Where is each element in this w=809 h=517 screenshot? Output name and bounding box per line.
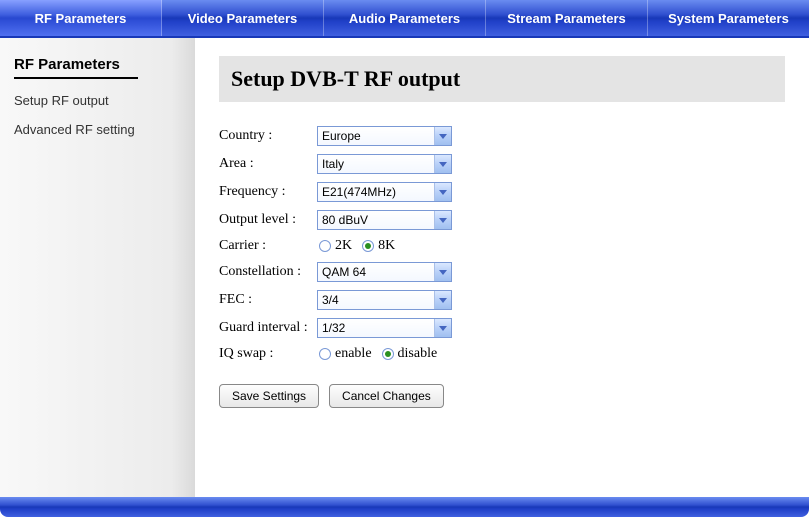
select-fec-value: 3/4 [322, 293, 339, 307]
sidebar-link-setup-rf-output[interactable]: Setup RF output [14, 93, 181, 108]
page-title: Setup DVB-T RF output [231, 66, 773, 92]
row-carrier: Carrier : 2K 8K [219, 238, 785, 254]
radio-group-carrier: 2K 8K [317, 238, 395, 254]
label-output-level: Output level : [219, 212, 317, 228]
select-output-level-value: 80 dBuV [322, 213, 368, 227]
radio-dot-icon [382, 348, 394, 360]
top-nav: RF Parameters Video Parameters Audio Par… [0, 0, 809, 38]
radio-iq-enable[interactable]: enable [319, 346, 372, 362]
radio-dot-icon [319, 348, 331, 360]
sidebar-link-advanced-rf-setting[interactable]: Advanced RF setting [14, 122, 181, 137]
select-frequency-value: E21(474MHz) [322, 185, 396, 199]
row-constellation: Constellation : QAM 64 [219, 262, 785, 282]
select-guard-interval[interactable]: 1/32 [317, 318, 452, 338]
radio-iq-disable-label: disable [398, 346, 438, 362]
label-fec: FEC : [219, 292, 317, 308]
nav-stream-parameters[interactable]: Stream Parameters [486, 0, 648, 36]
select-guard-interval-value: 1/32 [322, 321, 345, 335]
select-country-value: Europe [322, 129, 361, 143]
row-iq-swap: IQ swap : enable disable [219, 346, 785, 362]
label-constellation: Constellation : [219, 264, 317, 280]
chevron-down-icon [434, 211, 451, 229]
bottom-bar [0, 497, 809, 517]
radio-dot-icon [319, 240, 331, 252]
row-output-level: Output level : 80 dBuV [219, 210, 785, 230]
select-country[interactable]: Europe [317, 126, 452, 146]
select-frequency[interactable]: E21(474MHz) [317, 182, 452, 202]
row-fec: FEC : 3/4 [219, 290, 785, 310]
label-area: Area : [219, 156, 317, 172]
select-constellation[interactable]: QAM 64 [317, 262, 452, 282]
sidebar-title: RF Parameters [14, 56, 138, 79]
row-area: Area : Italy [219, 154, 785, 174]
select-fec[interactable]: 3/4 [317, 290, 452, 310]
cancel-changes-button[interactable]: Cancel Changes [329, 384, 444, 408]
row-guard-interval: Guard interval : 1/32 [219, 318, 785, 338]
radio-carrier-2k[interactable]: 2K [319, 238, 352, 254]
radio-carrier-2k-label: 2K [335, 238, 352, 254]
label-frequency: Frequency : [219, 184, 317, 200]
row-frequency: Frequency : E21(474MHz) [219, 182, 785, 202]
radio-dot-icon [362, 240, 374, 252]
chevron-down-icon [434, 319, 451, 337]
select-output-level[interactable]: 80 dBuV [317, 210, 452, 230]
content-area: Setup DVB-T RF output Country : Europe A… [195, 38, 809, 497]
select-area-value: Italy [322, 157, 344, 171]
nav-system-parameters[interactable]: System Parameters [648, 0, 809, 36]
chevron-down-icon [434, 155, 451, 173]
row-country: Country : Europe [219, 126, 785, 146]
select-constellation-value: QAM 64 [322, 265, 366, 279]
radio-carrier-8k[interactable]: 8K [362, 238, 395, 254]
label-guard-interval: Guard interval : [219, 320, 317, 336]
radio-group-iq-swap: enable disable [317, 346, 437, 362]
label-country: Country : [219, 128, 317, 144]
sidebar: RF Parameters Setup RF output Advanced R… [0, 38, 195, 497]
chevron-down-icon [434, 291, 451, 309]
radio-iq-disable[interactable]: disable [382, 346, 438, 362]
page-title-bar: Setup DVB-T RF output [219, 56, 785, 102]
label-carrier: Carrier : [219, 238, 317, 254]
button-row: Save Settings Cancel Changes [219, 384, 785, 408]
chevron-down-icon [434, 127, 451, 145]
save-settings-button[interactable]: Save Settings [219, 384, 319, 408]
chevron-down-icon [434, 183, 451, 201]
radio-iq-enable-label: enable [335, 346, 372, 362]
label-iq-swap: IQ swap : [219, 346, 317, 362]
nav-video-parameters[interactable]: Video Parameters [162, 0, 324, 36]
radio-carrier-8k-label: 8K [378, 238, 395, 254]
nav-rf-parameters[interactable]: RF Parameters [0, 0, 162, 36]
select-area[interactable]: Italy [317, 154, 452, 174]
nav-audio-parameters[interactable]: Audio Parameters [324, 0, 486, 36]
chevron-down-icon [434, 263, 451, 281]
